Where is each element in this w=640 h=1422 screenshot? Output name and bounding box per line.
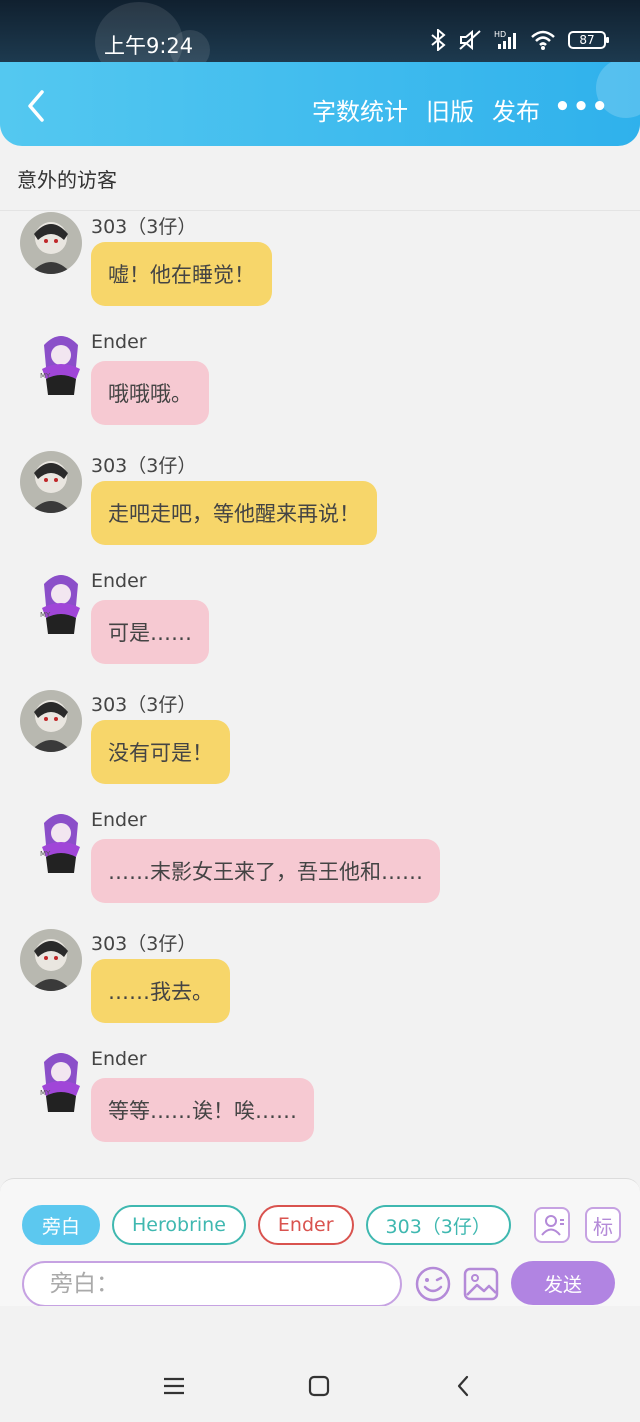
character-selector: 旁白 Herobrine Ender 303（3仔）: [22, 1205, 516, 1247]
status-bar: 上午9:24 HD 87: [0, 0, 640, 82]
sender-name: 303（3仔）: [91, 694, 197, 716]
character-chip-303[interactable]: 303（3仔）: [365, 1205, 511, 1245]
message-bubble[interactable]: ……末影女王来了，吾王他和……: [91, 839, 440, 903]
avatar-303[interactable]: [20, 212, 82, 274]
sender-name: 303（3仔）: [91, 455, 197, 477]
avatar-ender[interactable]: MY: [36, 331, 86, 395]
word-count-button[interactable]: 字数统计: [312, 92, 408, 127]
svg-text:MY: MY: [40, 850, 51, 858]
person-icon: [541, 1215, 564, 1236]
app-header: 字数统计 旧版 发布 •••: [0, 62, 640, 146]
character-chip-herobrine[interactable]: Herobrine: [112, 1205, 246, 1245]
message-bubble[interactable]: 可是……: [91, 600, 209, 664]
avatar-ender[interactable]: MY: [36, 570, 86, 634]
svg-text:MY: MY: [40, 1089, 51, 1097]
send-button[interactable]: 发送: [511, 1261, 615, 1305]
character-chip-ender[interactable]: Ender: [257, 1205, 354, 1245]
svg-text:MY: MY: [40, 372, 51, 380]
divider: [0, 210, 640, 211]
image-icon[interactable]: [462, 1265, 500, 1303]
battery-icon: 87: [568, 31, 609, 49]
signal-icon: HD: [494, 30, 516, 49]
sender-name: Ender: [91, 331, 147, 353]
message-bubble[interactable]: 哦哦哦。: [91, 361, 209, 425]
message-bubble[interactable]: 等等……诶！唉……: [91, 1078, 314, 1142]
svg-text:MY: MY: [40, 611, 51, 619]
sender-name: 303（3仔）: [91, 933, 197, 955]
old-version-button[interactable]: 旧版: [426, 92, 474, 127]
back-button[interactable]: [22, 88, 52, 124]
avatar-ender[interactable]: MY: [36, 1048, 86, 1112]
composer-panel: 旁白 Herobrine Ender 303（3仔） 标 发送: [0, 1178, 640, 1307]
message-bubble[interactable]: 嘘！他在睡觉！: [91, 242, 272, 306]
menu-icon: [164, 1377, 184, 1395]
bluetooth-icon: [431, 29, 446, 51]
back-nav-button[interactable]: [443, 1366, 483, 1406]
back-icon: [457, 1375, 469, 1397]
header-actions: 字数统计 旧版 发布: [312, 92, 540, 127]
more-options-button[interactable]: •••: [554, 92, 610, 122]
sender-name: 303（3仔）: [91, 216, 197, 238]
home-nav-button[interactable]: [299, 1366, 339, 1406]
wifi-icon: [531, 30, 555, 50]
svg-text:HD: HD: [494, 30, 506, 39]
menu-nav-button[interactable]: [154, 1366, 194, 1406]
chapter-title: 意外的访客: [17, 168, 117, 192]
avatar-303[interactable]: [20, 929, 82, 991]
message-bubble[interactable]: ……我去。: [91, 959, 230, 1023]
status-icons: HD 87: [430, 29, 609, 51]
message-bubble[interactable]: 没有可是！: [91, 720, 230, 784]
home-icon: [308, 1375, 330, 1397]
tag-button[interactable]: 标: [585, 1207, 621, 1243]
emoji-icon[interactable]: [414, 1265, 452, 1303]
character-manage-button[interactable]: [534, 1207, 570, 1243]
message-input[interactable]: [22, 1261, 402, 1307]
avatar-ender[interactable]: MY: [36, 809, 86, 873]
sender-name: Ender: [91, 1048, 147, 1070]
character-chip-narration[interactable]: 旁白: [22, 1205, 101, 1245]
mute-icon: [459, 29, 481, 51]
message-bubble[interactable]: 走吧走吧，等他醒来再说！: [91, 481, 377, 545]
system-nav-bar: [0, 1306, 640, 1422]
avatar-303[interactable]: [20, 451, 82, 513]
status-time: 上午9:24: [104, 34, 194, 58]
sender-name: Ender: [91, 570, 147, 592]
publish-button[interactable]: 发布: [492, 92, 540, 127]
sender-name: Ender: [91, 809, 147, 831]
avatar-303[interactable]: [20, 690, 82, 752]
